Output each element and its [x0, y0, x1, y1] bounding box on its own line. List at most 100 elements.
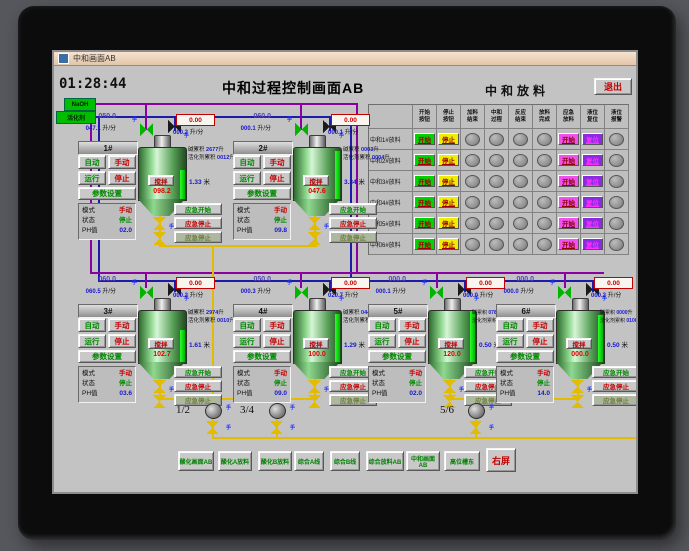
start-button[interactable]: 开始	[414, 154, 435, 166]
nav-head-tank-button[interactable]: 高位槽东	[444, 451, 480, 471]
run-button[interactable]: 运行	[78, 334, 106, 348]
auto-button[interactable]: 自动	[496, 318, 524, 332]
discharge-valve-icon[interactable]	[153, 395, 166, 408]
params-button[interactable]: 参数设置	[233, 187, 291, 200]
manual-button[interactable]: 手动	[263, 318, 291, 332]
manual-button[interactable]: 手动	[108, 155, 136, 169]
pump-valve-icon[interactable]	[206, 421, 219, 434]
pump-valve-icon[interactable]	[469, 421, 482, 434]
run-button[interactable]: 运行	[368, 334, 396, 348]
auto-button[interactable]: 自动	[78, 155, 106, 169]
level-reset-button[interactable]: 复位	[582, 217, 603, 229]
emergency-stop-button[interactable]: 应急停止	[592, 380, 636, 392]
stop-button[interactable]: 停止	[398, 334, 426, 348]
auto-button[interactable]: 自动	[233, 318, 261, 332]
auto-button[interactable]: 自动	[233, 155, 261, 169]
start-button[interactable]: 开始	[414, 217, 435, 229]
emergency-stop-button[interactable]: 应急停止	[174, 380, 222, 392]
manual-tag: 手	[489, 425, 495, 431]
emergency-discharge-button[interactable]: 开始	[558, 175, 579, 187]
discharge-valve-icon[interactable]	[308, 232, 321, 245]
emergency-start-button[interactable]: 应急开始	[174, 203, 222, 215]
params-button[interactable]: 参数设置	[78, 187, 136, 200]
auto-button[interactable]: 自动	[368, 318, 396, 332]
run-button[interactable]: 运行	[78, 171, 106, 185]
stir-button[interactable]: 搅拌	[148, 175, 174, 186]
manual-button[interactable]: 手动	[398, 318, 426, 332]
pump-icon[interactable]	[468, 403, 485, 419]
state-value: 停止	[119, 380, 132, 387]
emergency-discharge-button[interactable]: 开始	[558, 196, 579, 208]
start-button[interactable]: 开始	[414, 133, 435, 145]
level-reset-button[interactable]: 复位	[582, 154, 603, 166]
emergency-discharge-button[interactable]: 开始	[558, 154, 579, 166]
discharge-valve-icon[interactable]	[153, 380, 166, 393]
stop-button[interactable]: 停止	[438, 196, 459, 208]
nav-acidify-b-discharge-button[interactable]: 酸化B放料	[258, 451, 292, 471]
manual-button[interactable]: 手动	[108, 318, 136, 332]
level-reset-button[interactable]: 复位	[582, 133, 603, 145]
emergency-stop-button-2[interactable]: 应急停止	[592, 394, 636, 406]
discharge-valve-icon[interactable]	[571, 380, 584, 393]
emergency-discharge-button[interactable]: 开始	[558, 217, 579, 229]
stop-button[interactable]: 停止	[438, 238, 459, 250]
params-button[interactable]: 参数设置	[78, 350, 136, 363]
stir-button[interactable]: 搅拌	[566, 338, 592, 349]
emergency-start-button[interactable]: 应急开始	[592, 366, 636, 378]
discharge-valve-icon[interactable]	[308, 217, 321, 230]
stir-button[interactable]: 搅拌	[148, 338, 174, 349]
nav-acidify-a-discharge-button[interactable]: 酸化A放料	[218, 451, 252, 471]
pump-valve-icon[interactable]	[270, 421, 283, 434]
run-button[interactable]: 运行	[496, 334, 524, 348]
stop-button[interactable]: 停止	[438, 217, 459, 229]
stir-button[interactable]: 搅拌	[438, 338, 464, 349]
level-reset-button[interactable]: 复位	[582, 196, 603, 208]
stop-button[interactable]: 停止	[263, 171, 291, 185]
discharge-valve-icon[interactable]	[443, 380, 456, 393]
discharge-valve-icon[interactable]	[153, 217, 166, 230]
emergency-start-button[interactable]: 应急开始	[329, 203, 377, 215]
start-button[interactable]: 开始	[414, 196, 435, 208]
stop-button[interactable]: 停止	[263, 334, 291, 348]
params-button[interactable]: 参数设置	[496, 350, 554, 363]
stop-button[interactable]: 停止	[438, 133, 459, 145]
start-button[interactable]: 开始	[414, 175, 435, 187]
params-button[interactable]: 参数设置	[233, 350, 291, 363]
start-button[interactable]: 开始	[414, 238, 435, 250]
right-screen-button[interactable]: 右屏	[486, 448, 516, 472]
run-button[interactable]: 运行	[233, 334, 261, 348]
discharge-valve-icon[interactable]	[308, 395, 321, 408]
nav-neutralize-screen-button[interactable]: 中和画面AB	[406, 451, 440, 471]
stir-button[interactable]: 搅拌	[303, 175, 329, 186]
discharge-valve-icon[interactable]	[308, 380, 321, 393]
level-reset-button[interactable]: 复位	[582, 175, 603, 187]
nav-combined-a-line-button[interactable]: 综合A线	[294, 451, 324, 471]
emergency-stop-button-2[interactable]: 应急停止	[329, 231, 377, 243]
stop-button[interactable]: 停止	[438, 154, 459, 166]
discharge-valve-icon[interactable]	[571, 395, 584, 408]
stop-button[interactable]: 停止	[108, 334, 136, 348]
pump-icon[interactable]	[269, 403, 286, 419]
manual-button[interactable]: 手动	[263, 155, 291, 169]
emergency-discharge-button[interactable]: 开始	[558, 133, 579, 145]
params-button[interactable]: 参数设置	[368, 350, 426, 363]
stop-button[interactable]: 停止	[438, 175, 459, 187]
auto-button[interactable]: 自动	[78, 318, 106, 332]
stir-button[interactable]: 搅拌	[303, 338, 329, 349]
emergency-stop-button-2[interactable]: 应急停止	[174, 231, 222, 243]
discharge-valve-icon[interactable]	[153, 232, 166, 245]
pump-icon[interactable]	[205, 403, 222, 419]
stop-button[interactable]: 停止	[526, 334, 554, 348]
run-button[interactable]: 运行	[233, 171, 261, 185]
emergency-start-button[interactable]: 应急开始	[174, 366, 222, 378]
emergency-stop-button[interactable]: 应急停止	[329, 217, 377, 229]
nav-acidify-screen-button[interactable]: 酸化画面AB	[178, 451, 214, 471]
nav-combined-b-line-button[interactable]: 综合B线	[330, 451, 360, 471]
stop-button[interactable]: 停止	[108, 171, 136, 185]
emergency-stop-button[interactable]: 应急停止	[174, 217, 222, 229]
manual-button[interactable]: 手动	[526, 318, 554, 332]
exit-button[interactable]: 退出	[594, 78, 632, 95]
nav-combined-discharge-button[interactable]: 综合放料AB	[366, 451, 404, 471]
emergency-discharge-button[interactable]: 开始	[558, 238, 579, 250]
level-reset-button[interactable]: 复位	[582, 238, 603, 250]
